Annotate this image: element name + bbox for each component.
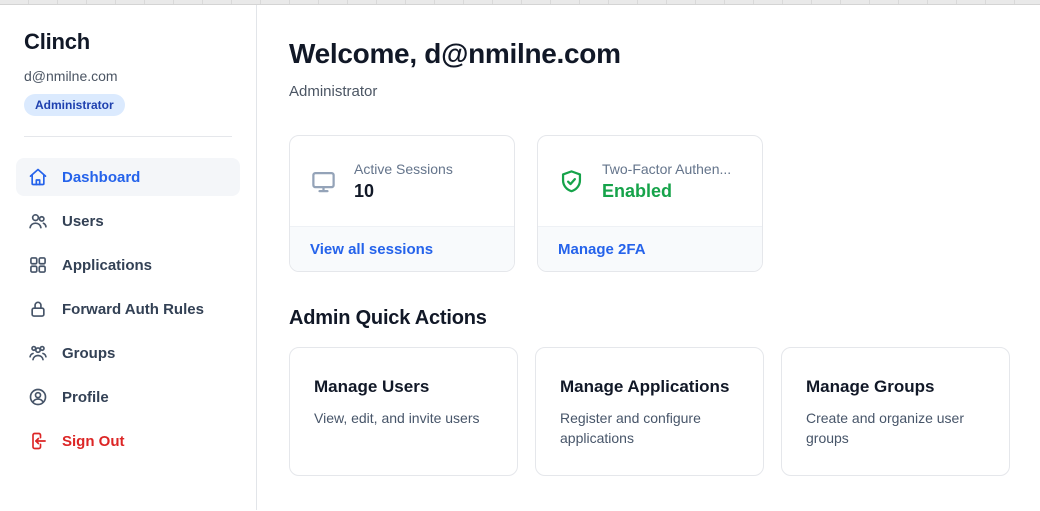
stat-label: Two-Factor Authen... [602,161,731,177]
user-email: d@nmilne.com [24,68,232,84]
sidebar-item-label: Users [62,213,104,230]
sidebar-item-label: Profile [62,389,109,406]
stat-card-body: Active Sessions 10 [290,136,514,226]
sidebar-item-label: Dashboard [62,169,140,186]
two-factor-card: Two-Factor Authen... Enabled Manage 2FA [537,135,763,272]
sidebar-item-dashboard[interactable]: Dashboard [16,158,240,196]
action-card-title: Manage Groups [806,377,985,397]
grid-icon [28,255,48,275]
user-group-icon [28,343,48,363]
action-card-description: Create and organize user groups [806,408,985,449]
action-card-description: Register and configure applications [560,408,739,449]
stat-card-body: Two-Factor Authen... Enabled [538,136,762,226]
sidebar-item-sign-out[interactable]: Sign Out [16,422,240,460]
sidebar-divider [24,136,232,137]
stat-value: Enabled [602,181,731,202]
action-card-description: View, edit, and invite users [314,408,493,428]
stat-text: Two-Factor Authen... Enabled [602,161,731,202]
view-all-sessions-link[interactable]: View all sessions [310,241,433,258]
sidebar-item-label: Sign Out [62,433,125,450]
sidebar-header: Clinch d@nmilne.com Administrator [0,5,256,116]
sidebar-item-label: Forward Auth Rules [62,301,204,318]
sidebar-nav: Dashboard Users Applications [16,158,240,460]
shield-check-icon [558,168,585,195]
action-card-title: Manage Applications [560,377,739,397]
profile-icon [28,387,48,407]
sidebar-item-profile[interactable]: Profile [16,378,240,416]
manage-applications-card[interactable]: Manage Applications Register and configu… [535,347,764,476]
stat-value: 10 [354,181,453,202]
action-card-title: Manage Users [314,377,493,397]
sidebar-item-applications[interactable]: Applications [16,246,240,284]
sidebar-item-groups[interactable]: Groups [16,334,240,372]
monitor-icon [310,168,337,195]
sign-out-icon [28,431,48,451]
stat-label: Active Sessions [354,161,453,177]
sidebar-item-label: Groups [62,345,115,362]
sidebar-item-users[interactable]: Users [16,202,240,240]
app-layout: Clinch d@nmilne.com Administrator Dashbo… [0,5,1040,510]
sidebar: Clinch d@nmilne.com Administrator Dashbo… [0,5,257,510]
main-content: Welcome, d@nmilne.com Administrator Acti… [257,5,1040,510]
quick-actions-row: Manage Users View, edit, and invite user… [289,347,1010,476]
manage-users-card[interactable]: Manage Users View, edit, and invite user… [289,347,518,476]
active-sessions-card: Active Sessions 10 View all sessions [289,135,515,272]
stat-text: Active Sessions 10 [354,161,453,202]
page-subtitle: Administrator [289,83,1010,100]
home-icon [28,167,48,187]
manage-2fa-link[interactable]: Manage 2FA [558,241,646,258]
quick-actions-heading: Admin Quick Actions [289,307,1010,330]
brand-logo: Clinch [24,29,232,55]
stat-card-footer: Manage 2FA [538,226,762,271]
sidebar-item-label: Applications [62,257,152,274]
stat-card-footer: View all sessions [290,226,514,271]
users-icon [28,211,48,231]
page-title: Welcome, d@nmilne.com [289,38,1010,70]
role-badge: Administrator [24,94,125,116]
sidebar-item-forward-auth-rules[interactable]: Forward Auth Rules [16,290,240,328]
manage-groups-card[interactable]: Manage Groups Create and organize user g… [781,347,1010,476]
stats-row: Active Sessions 10 View all sessions [289,135,1010,272]
lock-icon [28,299,48,319]
